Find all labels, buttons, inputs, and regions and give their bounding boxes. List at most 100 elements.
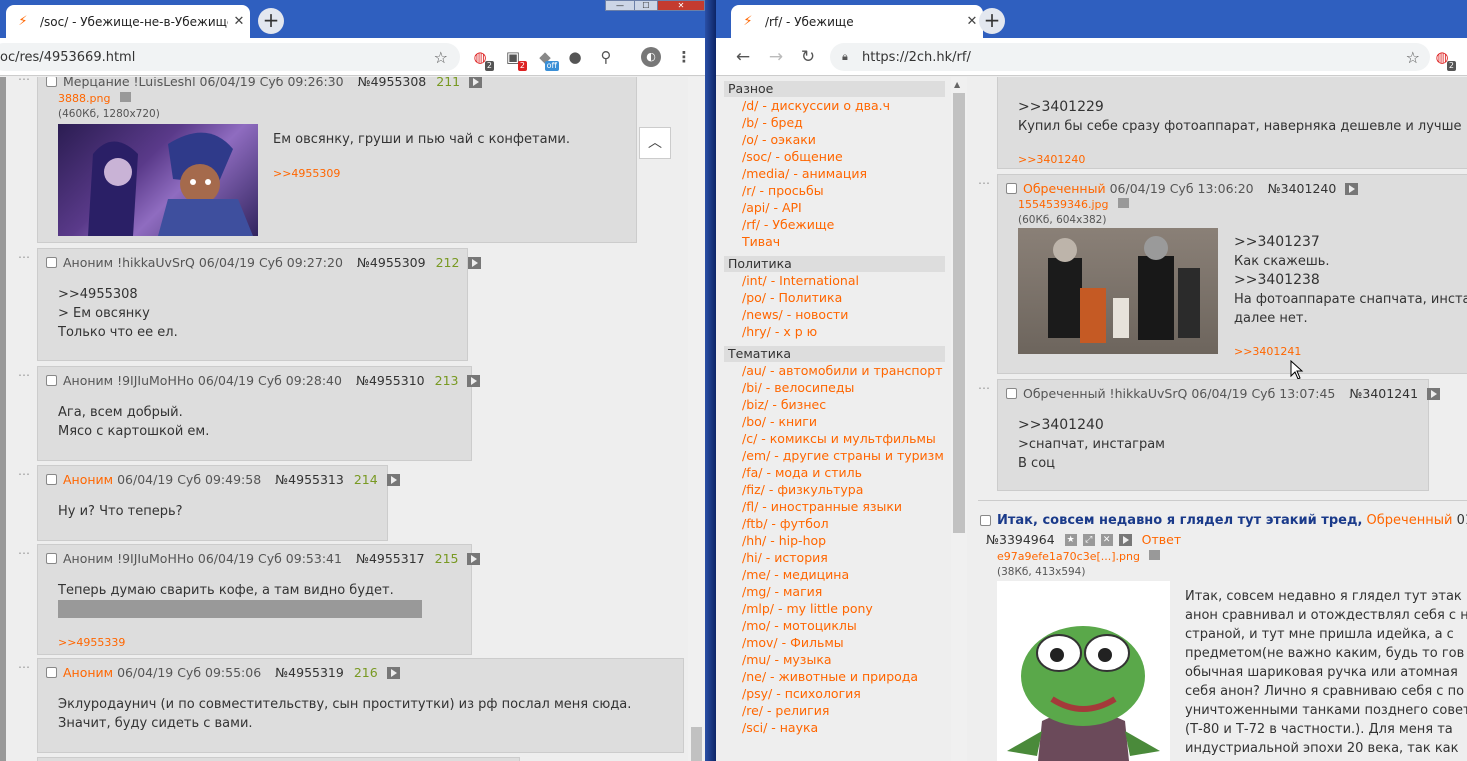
post-number[interactable]: №4955319 — [275, 665, 344, 680]
post-number[interactable]: №4955313 — [275, 472, 344, 487]
post-checkbox[interactable] — [1006, 183, 1017, 194]
sidebar-board-link[interactable]: /o/ - оэкаки — [724, 131, 945, 148]
sidebar-board-link[interactable]: /d/ - дискуссии о два.ч — [724, 97, 945, 114]
drop-ext-icon[interactable]: ● — [565, 47, 585, 67]
reply-link[interactable]: >>4955339 — [58, 636, 125, 649]
sidebar-board-link[interactable]: /ftb/ - футбол — [724, 515, 945, 532]
sidebar-board-link[interactable]: /re/ - религия — [724, 702, 945, 719]
spoiler-bar[interactable] — [58, 600, 422, 618]
post-checkbox[interactable] — [46, 257, 57, 268]
post-thumbnail[interactable] — [58, 124, 258, 236]
sidebar-board-link[interactable]: /me/ - медицина — [724, 566, 945, 583]
sidebar-board-link[interactable]: /fa/ - мода и стиль — [724, 464, 945, 481]
sidebar-board-link[interactable]: /fl/ - иностранные языки — [724, 498, 945, 515]
sidebar-board-link[interactable]: /news/ - новости — [724, 306, 945, 323]
reload-icon[interactable]: ↻ — [798, 47, 818, 67]
file-link[interactable]: 3888.png — [58, 92, 110, 105]
image-search-icon[interactable] — [1118, 198, 1130, 208]
scroll-up-arrow-icon[interactable]: ▲ — [954, 80, 960, 89]
maximize-button[interactable]: ☐ — [634, 0, 658, 11]
sidebar-board-link[interactable]: /hry/ - х р ю — [724, 323, 945, 340]
search-icon[interactable]: ⚲ — [596, 47, 616, 67]
adblock-ext-icon[interactable]: ◆ off — [535, 47, 559, 71]
post-menu-icon[interactable]: ⋯ — [18, 660, 30, 674]
back-arrow-icon[interactable]: ← — [733, 47, 753, 67]
sidebar-scrollbar[interactable]: ▲ — [951, 77, 967, 761]
play-icon[interactable] — [1345, 182, 1359, 195]
close-tab-icon[interactable]: ✕ — [228, 14, 250, 29]
post-checkbox[interactable] — [1006, 388, 1017, 399]
quote-link[interactable]: >>3401240 — [1018, 416, 1104, 435]
hide-icon[interactable]: ✕ — [1100, 533, 1113, 546]
left-scroll-thumb[interactable] — [691, 727, 702, 761]
bookmark-star-icon[interactable]: ☆ — [1406, 48, 1420, 67]
sidebar-board-link[interactable]: /b/ - бред — [724, 114, 945, 131]
post-number[interactable]: №3401241 — [1349, 386, 1418, 401]
post-menu-icon[interactable]: ⋯ — [18, 546, 30, 560]
sidebar-board-link[interactable]: /media/ - анимация — [724, 165, 945, 182]
tab-soc[interactable]: ⚡ /soc/ - Убежище-не-в-Убежище ✕ — [6, 5, 250, 38]
quote-link[interactable]: >>4955308 — [58, 285, 138, 304]
image-search-icon[interactable] — [119, 92, 131, 102]
menu-kebab-icon[interactable]: ⋮ — [674, 47, 694, 67]
play-icon[interactable] — [386, 473, 400, 486]
bookmark-star-icon[interactable]: ☆ — [434, 48, 448, 67]
minimize-button[interactable]: — — [605, 0, 635, 11]
close-window-button[interactable]: ✕ — [657, 0, 705, 11]
sidebar-board-link[interactable]: /biz/ - бизнес — [724, 396, 945, 413]
sidebar-scroll-thumb[interactable] — [953, 93, 965, 533]
sidebar-board-link[interactable]: Тивач — [724, 233, 945, 250]
post-number[interactable]: №4955309 — [357, 255, 426, 270]
sidebar-board-link[interactable]: /mu/ - музыка — [724, 651, 945, 668]
post-checkbox[interactable] — [46, 77, 57, 87]
opera-ext-icon[interactable]: ◍ 2 — [470, 47, 494, 71]
sidebar-board-link[interactable]: /c/ - комиксы и мультфильмы — [724, 430, 945, 447]
sidebar-board-link[interactable]: /r/ - просьбы — [724, 182, 945, 199]
post-checkbox[interactable] — [46, 667, 57, 678]
play-icon[interactable] — [467, 374, 481, 387]
post-checkbox[interactable] — [46, 474, 57, 485]
reply-link[interactable]: >>3401240 — [1018, 153, 1085, 166]
sidebar-board-link[interactable]: /sci/ - наука — [724, 719, 945, 736]
tab-rf[interactable]: ⚡ /rf/ - Убежище ✕ — [731, 5, 983, 38]
file-link[interactable]: e97a9efe1a70c3e[...].png — [997, 550, 1140, 563]
sidebar-board-link[interactable]: /rf/ - Убежище — [724, 216, 945, 233]
post-thumbnail[interactable] — [1018, 228, 1218, 354]
new-tab-button[interactable]: + — [979, 8, 1005, 34]
post-menu-icon[interactable]: ⋯ — [18, 368, 30, 382]
sidebar-board-link[interactable]: /mov/ - Фильмы — [724, 634, 945, 651]
reply-link[interactable]: >>3401241 — [1234, 345, 1301, 358]
sidebar-board-link[interactable]: /em/ - другие страны и туризм — [724, 447, 945, 464]
sidebar-board-link[interactable]: /psy/ - психология — [724, 685, 945, 702]
sidebar-board-link[interactable]: /ne/ - животные и природа — [724, 668, 945, 685]
file-link[interactable]: 1554539346.jpg — [1018, 198, 1109, 211]
sidebar-board-link[interactable]: /bi/ - велосипеды — [724, 379, 945, 396]
sidebar-board-link[interactable]: /bo/ - книги — [724, 413, 945, 430]
post-menu-icon[interactable]: ⋯ — [18, 467, 30, 481]
play-icon[interactable] — [386, 666, 400, 679]
profile-avatar[interactable]: ◐ — [641, 47, 661, 67]
play-icon[interactable] — [469, 77, 483, 88]
post-checkbox[interactable] — [46, 375, 57, 386]
sidebar-board-link[interactable]: /au/ - автомобили и транспорт — [724, 362, 945, 379]
post-checkbox[interactable] — [980, 515, 991, 526]
left-scrollbar[interactable] — [688, 77, 705, 761]
post-number[interactable]: №3394964 — [986, 532, 1055, 547]
star-icon[interactable]: ★ — [1064, 533, 1077, 546]
sidebar-board-link[interactable]: /api/ - API — [724, 199, 945, 216]
sidebar-board-link[interactable]: /mg/ - магия — [724, 583, 945, 600]
quote-link[interactable]: >>3401238 — [1234, 271, 1320, 290]
expand-icon[interactable]: ⤢ — [1082, 533, 1095, 546]
address-bar[interactable]: oc/res/4953669.html ☆ — [0, 43, 460, 71]
play-icon[interactable] — [1427, 387, 1441, 400]
sidebar-board-link[interactable]: /po/ - Политика — [724, 289, 945, 306]
reply-link[interactable]: >>4955309 — [273, 167, 340, 180]
post-menu-icon[interactable]: ⋯ — [978, 176, 990, 190]
quote-link[interactable]: >>3401237 — [1234, 233, 1320, 252]
sidebar-board-link[interactable]: /soc/ - общение — [724, 148, 945, 165]
post-number[interactable]: №3401240 — [1268, 181, 1337, 196]
post-checkbox[interactable] — [46, 553, 57, 564]
opera-ext-icon[interactable]: ◍ 2 — [1432, 47, 1456, 71]
post-number[interactable]: №4955317 — [356, 551, 425, 566]
image-search-icon[interactable] — [1149, 550, 1161, 560]
